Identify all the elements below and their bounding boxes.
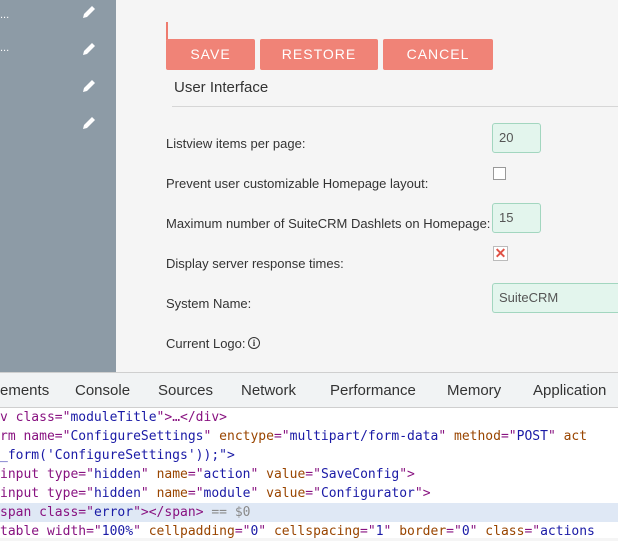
- code-token: name: [156, 467, 188, 482]
- code-token: input type: [0, 486, 79, 501]
- code-token: hidden: [93, 467, 141, 482]
- code-token: module: [203, 486, 251, 501]
- tab-performance[interactable]: Performance: [330, 382, 416, 399]
- code-token: error: [93, 505, 134, 520]
- max-dashlets-label: Maximum number of SuiteCRM Dashlets on H…: [166, 216, 491, 231]
- system-name-label: System Name:: [166, 296, 252, 311]
- code-token: ConfigureSettings: [70, 429, 204, 444]
- code-token: enctype: [219, 429, 274, 444]
- sidebar: ... ...: [0, 0, 116, 372]
- pencil-icon[interactable]: [80, 115, 97, 132]
- code-token: action: [203, 467, 251, 482]
- pencil-icon[interactable]: [80, 4, 97, 21]
- sidebar-row-label: ...: [0, 42, 10, 54]
- code-token: act: [563, 429, 588, 444]
- pencil-icon[interactable]: [80, 78, 97, 95]
- text-caret: [166, 22, 168, 40]
- tab-console[interactable]: Console: [75, 382, 130, 399]
- code-token: input type: [0, 467, 79, 482]
- code-token: ></span>: [140, 505, 204, 520]
- listview-items-label: Listview items per page:: [166, 136, 306, 151]
- code-token: rm name: [0, 429, 55, 444]
- listview-items-input[interactable]: 20: [492, 123, 541, 153]
- code-token: method: [454, 429, 501, 444]
- dom-line[interactable]: rm name="ConfigureSettings" enctype="mul…: [0, 427, 618, 446]
- sidebar-row[interactable]: ...: [0, 4, 116, 24]
- dom-line[interactable]: _form('ConfigureSettings'));">: [0, 446, 618, 465]
- prevent-homepage-label: Prevent user customizable Homepage layou…: [166, 176, 429, 191]
- info-icon[interactable]: i: [248, 337, 260, 349]
- code-token: moduleTitle: [70, 410, 157, 425]
- tab-application[interactable]: Application: [533, 382, 606, 399]
- tab-sources[interactable]: Sources: [158, 382, 213, 399]
- system-name-input[interactable]: SuiteCRM: [492, 283, 618, 313]
- dom-line[interactable]: table width="100%" cellpadding="0" cells…: [0, 522, 618, 541]
- sidebar-row[interactable]: [0, 78, 116, 98]
- code-token: _form('ConfigureSettings'));">: [0, 448, 235, 463]
- code-token: == $0: [211, 505, 251, 520]
- tab-elements[interactable]: ements: [0, 382, 49, 399]
- code-token: value: [266, 467, 306, 482]
- max-dashlets-input[interactable]: 15: [492, 203, 541, 233]
- dom-line-selected[interactable]: span class="error"></span> == $0: [0, 503, 618, 522]
- save-button[interactable]: SAVE: [166, 39, 255, 70]
- section-title: User Interface: [174, 79, 269, 96]
- current-logo-label: Current Logo:: [166, 336, 246, 351]
- devtools-panel: ements Console Sources Network Performan…: [0, 372, 618, 541]
- pencil-icon[interactable]: [80, 41, 97, 58]
- devtools-tab-bar: ements Console Sources Network Performan…: [0, 373, 618, 408]
- code-token: multipart/form-data: [289, 429, 439, 444]
- tab-memory[interactable]: Memory: [447, 382, 501, 399]
- cancel-button[interactable]: CANCEL: [383, 39, 493, 70]
- code-token: name: [156, 486, 188, 501]
- sidebar-row-label: ...: [0, 9, 10, 21]
- response-times-checkbox[interactable]: ✕: [493, 246, 508, 261]
- section-divider: [172, 106, 618, 107]
- code-token: SaveConfig: [320, 467, 400, 482]
- code-token: v class: [0, 410, 55, 425]
- dom-line[interactable]: input type="hidden" name="action" value=…: [0, 465, 618, 484]
- dom-line[interactable]: input type="hidden" name="module" value=…: [0, 484, 618, 503]
- code-token: >…</div>: [164, 410, 227, 425]
- sidebar-row[interactable]: ...: [0, 41, 116, 61]
- code-token: value: [266, 486, 306, 501]
- code-token: POST: [516, 429, 548, 444]
- restore-button[interactable]: RESTORE: [260, 39, 378, 70]
- code-token: hidden: [93, 486, 141, 501]
- code-token: Configurator: [320, 486, 415, 501]
- response-times-label: Display server response times:: [166, 256, 344, 271]
- tab-network[interactable]: Network: [241, 382, 296, 399]
- dom-line[interactable]: v class="moduleTitle">…</div>: [0, 408, 618, 427]
- prevent-homepage-checkbox[interactable]: [493, 167, 506, 180]
- sidebar-row[interactable]: [0, 115, 116, 135]
- code-token: span class: [0, 505, 79, 520]
